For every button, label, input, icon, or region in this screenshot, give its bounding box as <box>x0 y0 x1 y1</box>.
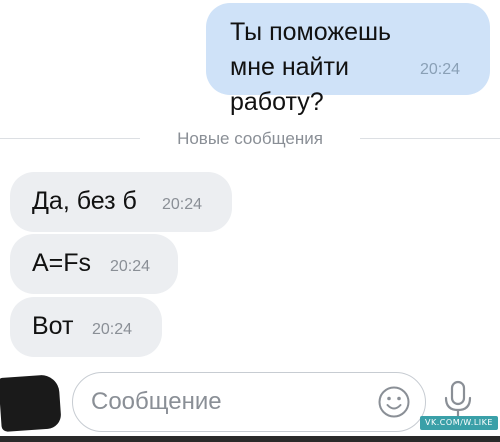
incoming-message-time: 20:24 <box>92 321 133 338</box>
message-composer-bar: Сообщение VK.COM/W.LIKE <box>0 362 500 442</box>
new-messages-divider: Новые сообщения <box>0 126 500 150</box>
incoming-message-bubble[interactable]: Да, без б 20:24 <box>10 172 232 232</box>
message-input-placeholder: Сообщение <box>91 388 222 415</box>
outgoing-message-bubble[interactable]: Ты поможешь мне найти работу? 20:24 <box>206 3 490 116</box>
screen-bottom-edge <box>0 436 500 442</box>
divider-line-right <box>360 138 500 139</box>
smiley-icon[interactable] <box>377 385 411 419</box>
outgoing-message-time: 20:24 <box>420 61 461 78</box>
attach-icon[interactable] <box>0 373 62 433</box>
new-messages-label: Новые сообщения <box>177 129 323 148</box>
incoming-message-time: 20:24 <box>110 258 151 275</box>
incoming-message-text: Вот <box>32 312 74 340</box>
incoming-message-time: 20:24 <box>162 196 203 213</box>
divider-line-left <box>0 138 140 139</box>
message-input[interactable]: Сообщение <box>72 372 426 432</box>
outgoing-message-text: Ты поможешь мне найти работу? <box>230 18 392 116</box>
incoming-message-text: A=Fs <box>32 249 92 277</box>
incoming-message-bubble[interactable]: A=Fs 20:24 <box>10 234 178 294</box>
watermark-logo: VK.COM/W.LIKE <box>420 416 498 430</box>
incoming-message-text: Да, без б <box>32 187 137 215</box>
incoming-message-bubble[interactable]: Вот 20:24 <box>10 297 162 357</box>
